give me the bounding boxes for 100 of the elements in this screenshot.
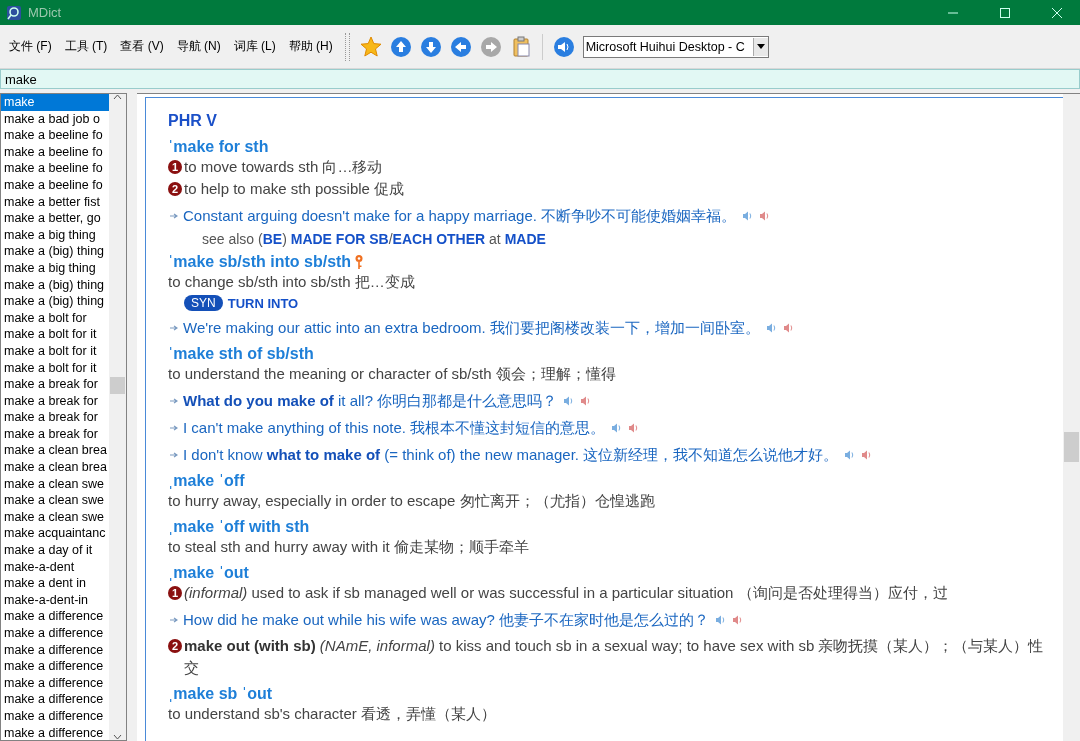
- definition-text: to understand sb's character 看透，弄懂（某人）: [168, 704, 496, 724]
- list-item[interactable]: make-a-dent-in: [1, 591, 109, 609]
- list-item[interactable]: make a beeline fo: [1, 160, 109, 177]
- list-item[interactable]: make a bolt for: [1, 309, 109, 327]
- list-item[interactable]: make a (big) thing: [1, 293, 109, 310]
- list-item[interactable]: make a bolt for it: [1, 342, 109, 360]
- app-icon: [6, 4, 22, 21]
- list-item[interactable]: make a bolt for it: [1, 359, 109, 377]
- list-item[interactable]: make a clean brea: [1, 442, 109, 460]
- list-item[interactable]: make a difference: [1, 658, 109, 675]
- menu-item[interactable]: 工具 (T): [59, 38, 116, 55]
- definition-text: to help to make sth possible 促成: [184, 179, 405, 199]
- list-item[interactable]: make a clean swe: [1, 508, 109, 526]
- list-item[interactable]: make a big thing: [1, 259, 109, 277]
- search-field[interactable]: make: [0, 69, 1080, 89]
- menu-item[interactable]: 导航 (N): [171, 38, 229, 55]
- list-item[interactable]: make a difference: [1, 724, 109, 740]
- speaker-icon[interactable]: [580, 395, 592, 407]
- speaker-icon[interactable]: [732, 614, 743, 626]
- star-icon[interactable]: [359, 35, 382, 58]
- menu-item[interactable]: 词库 (L): [228, 38, 284, 55]
- list-item[interactable]: make a better fist: [1, 193, 109, 211]
- list-item[interactable]: make acquaintanc: [1, 525, 109, 543]
- speaker-icon[interactable]: [742, 210, 754, 222]
- close-icon[interactable]: [1052, 7, 1062, 18]
- list-item[interactable]: make a bad job o: [1, 110, 109, 128]
- speaker-icon[interactable]: [861, 449, 873, 461]
- up-caret-icon[interactable]: [113, 94, 122, 100]
- list-item[interactable]: make a clean swe: [1, 492, 109, 509]
- list-item[interactable]: make a clean brea: [1, 459, 109, 476]
- menu-item[interactable]: 查看 (V): [115, 38, 172, 55]
- list-item[interactable]: make a big thing: [1, 226, 109, 244]
- list-item[interactable]: make a dent in: [1, 575, 109, 592]
- list-item[interactable]: make a day of it: [1, 542, 109, 559]
- phrase-heading: ˈmake for sth: [168, 138, 269, 156]
- speaker-icon[interactable]: [782, 322, 794, 334]
- menu-item[interactable]: 帮助 (H): [283, 38, 341, 55]
- speaker-icon[interactable]: [628, 422, 640, 434]
- arrow-icon: [170, 452, 178, 458]
- list-item[interactable]: make a (big) thing: [1, 243, 109, 260]
- sense-number: 1: [168, 160, 182, 174]
- list-item[interactable]: make a (big) thing: [1, 276, 109, 294]
- scrollbar[interactable]: [1063, 94, 1080, 741]
- list-item[interactable]: make a better, go: [1, 210, 109, 227]
- voice-dropdown[interactable]: Microsoft Huihui Desktop - C: [582, 35, 769, 58]
- definition-text: to move towards sth 向…移动: [184, 157, 383, 177]
- list-item[interactable]: make a break for: [1, 376, 109, 393]
- list-item[interactable]: make a beeline fo: [1, 127, 109, 144]
- list-item[interactable]: make a difference: [1, 625, 109, 642]
- list-item[interactable]: make a difference: [1, 707, 109, 725]
- list-item[interactable]: make a difference: [1, 691, 109, 708]
- list-item[interactable]: make a bolt for it: [1, 326, 109, 343]
- down-caret-icon[interactable]: [113, 734, 122, 740]
- arrow-icon: [170, 213, 178, 219]
- speaker-icon[interactable]: [759, 210, 771, 222]
- phrase-heading: ˌmake sb ˈout: [168, 685, 272, 703]
- list-item[interactable]: make a clean swe: [1, 475, 109, 493]
- definition-text: to hurry away, especially in order to escape 匆忙离开；（尤指）仓惶逃跑: [168, 491, 655, 511]
- example-sentence: We're making our attic into an extra bedroom. 我们要把阁楼改装一下，增加一间卧室。: [183, 319, 760, 336]
- sense-number: 1: [168, 586, 182, 600]
- speaker-icon[interactable]: [765, 322, 777, 334]
- list-item[interactable]: make-a-dent: [1, 558, 109, 576]
- arrow-icon: [170, 425, 178, 431]
- phrase-heading: ˈmake sb/sth into sb/sth: [168, 253, 352, 271]
- section-heading: PHR V: [168, 112, 218, 130]
- list-item[interactable]: make a difference: [1, 641, 109, 659]
- list-item[interactable]: make a beeline fo: [1, 143, 109, 161]
- list-item[interactable]: make a difference: [1, 608, 109, 625]
- scroll-thumb[interactable]: [1064, 432, 1079, 462]
- speaker-icon[interactable]: [611, 422, 623, 434]
- example-sentence: I don't know what to make of (= think of) the new manager. 这位新经理，我不知道怎么说他才好。: [183, 446, 839, 463]
- definition-text: to understand the meaning or character of sb/sth 领会；理解；懂得: [168, 364, 616, 384]
- example-sentence: What do you make of it all? 你明白那都是什么意思吗？: [183, 392, 558, 409]
- sense-number: 2: [168, 639, 182, 653]
- list-item[interactable]: make a break for: [1, 392, 109, 410]
- caret-icon[interactable]: [756, 44, 765, 49]
- word-list[interactable]: [0, 93, 127, 741]
- list-item[interactable]: make: [1, 94, 109, 111]
- list-item[interactable]: make a beeline fo: [1, 176, 109, 194]
- phrase-heading: ˌmake ˈoff with sth: [168, 518, 310, 536]
- scrollbar[interactable]: [109, 94, 126, 740]
- definition-text: (informal) used to ask if sb managed well or was successful in a particular situation （询问是否处理得当）应付，过: [184, 583, 948, 603]
- definition-text: to steal sth and hurry away with it 偷走某物；顺手牵羊: [168, 537, 529, 557]
- maximize-icon[interactable]: [1000, 7, 1010, 18]
- arrow-icon: [170, 617, 178, 623]
- list-item[interactable]: make a break for: [1, 409, 109, 426]
- synonym-tag: SYN: [184, 295, 223, 311]
- scroll-thumb[interactable]: [110, 377, 125, 394]
- phrase-heading: ˌmake ˈout: [168, 564, 249, 582]
- example-sentence: I can't make anything of this note. 我根本不懂这封短信的意思。: [183, 419, 606, 436]
- speaker-icon[interactable]: [563, 395, 575, 407]
- menu-item[interactable]: 文件 (F): [4, 38, 60, 55]
- list-item[interactable]: make a break for: [1, 425, 109, 443]
- definition-text: to change sb/sth into sb/sth 把…变成: [168, 272, 415, 292]
- speaker-icon[interactable]: [715, 614, 726, 626]
- speaker-icon[interactable]: [552, 35, 575, 58]
- synonym-link[interactable]: TURN INTO: [227, 295, 299, 311]
- list-item[interactable]: make a difference: [1, 674, 109, 692]
- see-also-text: see also (BE) MADE FOR SB/EACH OTHER at MADE: [202, 231, 547, 247]
- speaker-icon[interactable]: [844, 449, 856, 461]
